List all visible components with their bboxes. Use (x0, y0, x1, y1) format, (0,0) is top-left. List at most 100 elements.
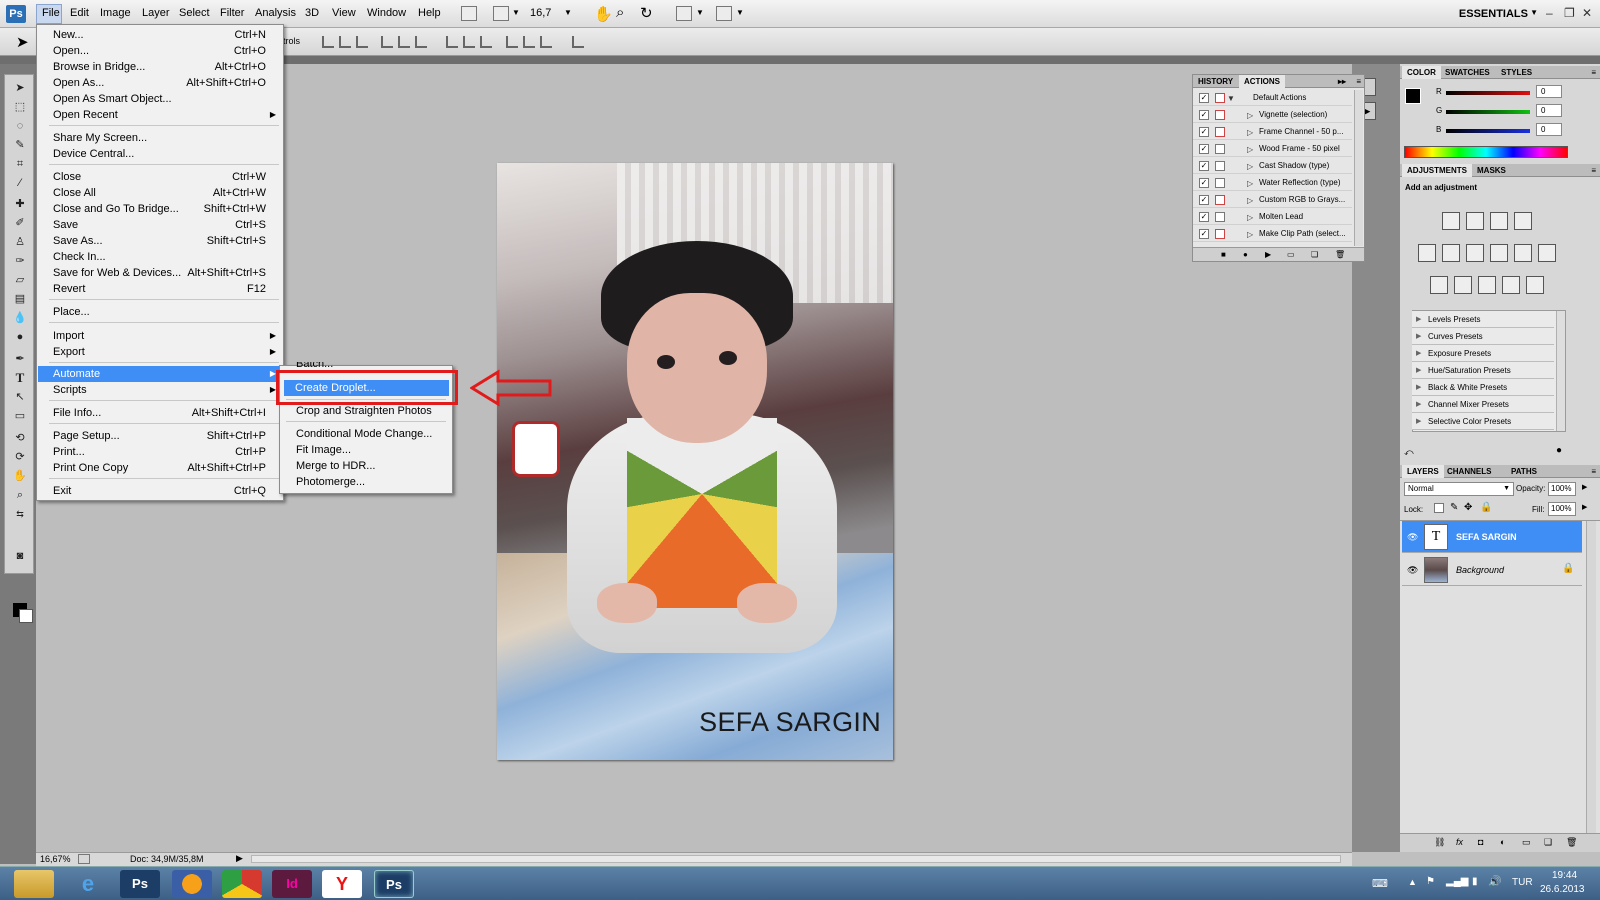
expand-right-icon[interactable]: ▷ (1247, 108, 1253, 124)
menu-item-browse-bridge[interactable]: Browse in Bridge... Alt+Ctrl+O (38, 59, 282, 75)
submenu-item-crop-straighten[interactable]: Crop and Straighten Photos (281, 403, 451, 419)
arrange-documents-icon[interactable] (676, 6, 692, 21)
action-row[interactable]: ✓ ▷ Cast Shadow (type) (1193, 158, 1352, 174)
expand-right-icon[interactable]: ▷ (1247, 227, 1253, 243)
dialog-toggle-icon[interactable] (1215, 161, 1225, 171)
zoom-level[interactable]: 16,7 (530, 7, 551, 19)
eyedropper-tool-icon[interactable]: ⁄ (12, 176, 28, 190)
menu-item-close-all[interactable]: Close All Alt+Ctrl+W (38, 185, 282, 201)
levels-icon[interactable] (1466, 212, 1484, 230)
menu-view[interactable]: View (332, 7, 356, 19)
expand-right-icon[interactable]: ▷ (1247, 125, 1253, 141)
presets-scrollbar[interactable] (1556, 311, 1565, 431)
panel-collapse-icon[interactable]: ▸▸ (1338, 75, 1346, 88)
minimize-icon[interactable]: – (1546, 6, 1553, 20)
menu-item-device-central[interactable]: Device Central... (38, 146, 282, 162)
check-icon[interactable]: ✓ (1199, 144, 1209, 154)
distribute-top-icon[interactable] (446, 36, 458, 48)
status-menu-arrow-icon[interactable]: ▶ (236, 853, 243, 864)
curves-icon[interactable] (1490, 212, 1508, 230)
chrome-icon[interactable] (222, 870, 262, 898)
menu-analysis[interactable]: Analysis (255, 7, 296, 19)
play-icon[interactable]: ▶ (1265, 250, 1271, 259)
new-set-icon[interactable]: ▭ (1287, 250, 1295, 259)
keyboard-icon[interactable]: ⌨ (1372, 877, 1388, 890)
panel-menu-icon[interactable]: ≡ (1591, 66, 1596, 79)
submenu-item-fit-image[interactable]: Fit Image... (281, 442, 451, 458)
opacity-arrow-icon[interactable]: ▶ (1582, 483, 1587, 491)
align-vcenter-icon[interactable] (339, 36, 351, 48)
3d-rotate-icon[interactable]: ⟲ (12, 431, 28, 445)
gradient-tool-icon[interactable]: ▤ (12, 292, 28, 306)
expand-right-icon[interactable]: ▷ (1247, 159, 1253, 175)
photo-filter-icon[interactable] (1514, 244, 1532, 262)
chevron-down-icon[interactable]: ▼ (736, 8, 744, 17)
menu-item-check-in[interactable]: Check In... (38, 249, 282, 265)
swap-colors-icon[interactable]: ⇆ (12, 507, 28, 521)
distribute-bottom-icon[interactable] (480, 36, 492, 48)
black-white-icon[interactable] (1490, 244, 1508, 262)
healing-brush-icon[interactable]: ✚ (12, 197, 28, 211)
red-slider[interactable] (1446, 91, 1530, 95)
expand-right-icon[interactable]: ▷ (1247, 193, 1253, 209)
crop-tool-icon[interactable]: ⌗ (12, 157, 28, 171)
lock-pixels-icon[interactable]: ✎ (1450, 502, 1458, 513)
menu-item-revert[interactable]: Revert F12 (38, 281, 282, 297)
blur-tool-icon[interactable]: 💧 (12, 311, 28, 325)
zoom-tool-icon[interactable]: ⌕ (12, 488, 28, 502)
file-explorer-icon[interactable] (14, 870, 54, 898)
layer-row-text[interactable]: 👁 T SEFA SARGIN (1402, 521, 1582, 553)
layer-name[interactable]: SEFA SARGIN (1456, 532, 1517, 542)
menu-item-print[interactable]: Print... Ctrl+P (38, 444, 282, 460)
align-right-icon[interactable] (415, 36, 427, 48)
tray-expand-icon[interactable]: ▲ (1408, 877, 1417, 887)
gradient-map-icon[interactable] (1502, 276, 1520, 294)
invert-icon[interactable] (1430, 276, 1448, 294)
selective-color-icon[interactable] (1526, 276, 1544, 294)
menu-edit[interactable]: Edit (70, 7, 89, 19)
dialog-toggle-icon[interactable] (1215, 178, 1225, 188)
battery-icon[interactable]: ▮ (1472, 876, 1478, 887)
lasso-tool-icon[interactable]: ◌ (12, 119, 28, 133)
history-brush-icon[interactable]: ✑ (12, 254, 28, 268)
hand-icon[interactable]: ✋ (594, 5, 613, 23)
menu-item-place[interactable]: Place... (38, 304, 282, 320)
auto-align-icon[interactable] (572, 36, 584, 48)
blue-slider[interactable] (1446, 129, 1530, 133)
action-row[interactable]: ✓ ▷ Make Clip Path (select... (1193, 226, 1352, 242)
menu-item-page-setup[interactable]: Page Setup... Shift+Ctrl+P (38, 428, 282, 444)
actions-scrollbar[interactable] (1354, 90, 1363, 246)
chevron-down-icon[interactable]: ▼ (696, 8, 704, 17)
menu-item-save-as[interactable]: Save As... Shift+Ctrl+S (38, 233, 282, 249)
dialog-toggle-icon[interactable] (1215, 110, 1225, 120)
return-to-list-icon[interactable]: ⤺ (1404, 447, 1414, 458)
move-tool-icon[interactable]: ➤ (12, 81, 28, 95)
menu-image[interactable]: Image (100, 7, 131, 19)
taskbar-app-photoshop-active[interactable]: Ps (374, 870, 414, 898)
check-icon[interactable]: ✓ (1199, 212, 1209, 222)
auto-select-label[interactable]: trols (283, 36, 300, 46)
submenu-item-merge-hdr[interactable]: Merge to HDR... (281, 458, 451, 474)
zoom-icon[interactable]: ⌕ (616, 4, 624, 21)
blend-mode-select[interactable]: Normal ▼ (1404, 482, 1514, 496)
quick-mask-icon[interactable]: ◙ (12, 549, 28, 563)
brush-tool-icon[interactable]: ✐ (12, 216, 28, 230)
tab-layers[interactable]: LAYERS (1402, 465, 1444, 478)
tab-color[interactable]: COLOR (1402, 66, 1441, 79)
restore-icon[interactable]: ❐ (1564, 6, 1575, 20)
dialog-toggle-icon[interactable] (1215, 93, 1225, 103)
dialog-toggle-icon[interactable] (1215, 212, 1225, 222)
threshold-icon[interactable] (1478, 276, 1496, 294)
menu-item-close-go-bridge[interactable]: Close and Go To Bridge... Shift+Ctrl+W (38, 201, 282, 217)
brightness-contrast-icon[interactable] (1442, 212, 1460, 230)
preset-curves[interactable]: ▶ Curves Presets (1412, 328, 1554, 345)
menu-window[interactable]: Window (367, 7, 406, 19)
tab-styles[interactable]: STYLES (1496, 66, 1537, 79)
menu-item-export[interactable]: Export ▶ (38, 344, 282, 360)
check-icon[interactable]: ✓ (1199, 161, 1209, 171)
channel-mixer-icon[interactable] (1538, 244, 1556, 262)
quick-select-tool-icon[interactable]: ✎ (12, 138, 28, 152)
rotate-view-icon[interactable]: ↻ (640, 4, 653, 22)
panel-menu-icon[interactable]: ≡ (1591, 164, 1596, 177)
link-layers-icon[interactable]: ⛓ (1434, 837, 1445, 848)
